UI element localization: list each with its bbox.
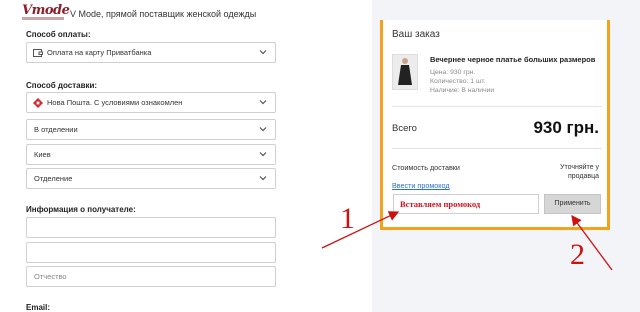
- shipping-cost-value: Уточняйте у продавца: [560, 163, 599, 181]
- apply-promo-button[interactable]: Применить: [544, 194, 601, 214]
- recipient-name-field[interactable]: [26, 217, 276, 238]
- logo-underline: [22, 17, 64, 20]
- payment-method-select[interactable]: Оплата на карту Приватбанка: [26, 42, 276, 63]
- site-logo[interactable]: Vmode: [22, 3, 70, 23]
- chevron-down-icon: [259, 127, 267, 132]
- product-stock: Наличие: В наличии: [430, 87, 495, 94]
- nova-poshta-icon: [33, 98, 43, 108]
- dress-image: [398, 58, 412, 85]
- delivery-method-select[interactable]: Нова Пошта. С условиями ознакомлен: [26, 92, 276, 113]
- shipping-cost-line-1: Уточняйте у: [560, 164, 599, 171]
- promo-code-input[interactable]: Вставляем промокод: [393, 194, 539, 214]
- chevron-down-icon: [259, 176, 267, 181]
- patronymic-placeholder: Отчество: [34, 272, 67, 281]
- product-price: Цена: 930 грн.: [430, 69, 476, 76]
- chevron-down-icon: [259, 100, 267, 105]
- delivery-type-value: В отделении: [34, 125, 78, 134]
- shipping-cost-line-2: продавца: [567, 173, 599, 180]
- card-icon: [33, 49, 43, 57]
- annotation-number-1: 1: [340, 202, 355, 235]
- chevron-down-icon: [259, 50, 267, 55]
- email-label: Email:: [26, 303, 51, 312]
- order-summary: Ваш заказ Вечернее черное платье больших…: [380, 20, 610, 230]
- delivery-method-value: Нова Пошта. С условиями ознакомлен: [47, 98, 183, 107]
- chevron-down-icon: [259, 152, 267, 157]
- city-select[interactable]: Киев: [26, 144, 276, 165]
- patronymic-field[interactable]: Отчество: [26, 266, 276, 287]
- site-title: V Mode, прямой поставщик женской одежды: [70, 9, 257, 19]
- branch-select[interactable]: Отделение: [26, 168, 276, 189]
- divider: [392, 106, 602, 107]
- product-thumbnail[interactable]: [392, 54, 418, 90]
- delivery-type-select[interactable]: В отделении: [26, 119, 276, 140]
- total-label: Всего: [392, 123, 417, 134]
- enter-promo-link[interactable]: Ввести промокод: [392, 181, 450, 190]
- branch-value: Отделение: [34, 174, 73, 183]
- annotation-number-2: 2: [570, 238, 585, 271]
- logo-text: Vmode: [22, 3, 70, 18]
- product-name[interactable]: Вечернее черное платье больших размеров: [430, 55, 595, 64]
- payment-method-label: Способ оплаты:: [26, 30, 91, 39]
- checkout-page: Vmode V Mode, прямой поставщик женской о…: [0, 0, 640, 312]
- recipient-surname-field[interactable]: [26, 242, 276, 263]
- payment-method-value: Оплата на карту Приватбанка: [47, 48, 152, 57]
- divider: [392, 148, 602, 149]
- shipping-cost-label: Стоимость доставки: [392, 163, 460, 172]
- city-value: Киев: [34, 150, 51, 159]
- product-quantity: Количество: 1 шт.: [430, 78, 486, 85]
- apply-promo-label: Применить: [554, 200, 591, 207]
- delivery-method-label: Способ доставки:: [26, 81, 98, 90]
- promo-code-value: Вставляем промокод: [400, 199, 481, 209]
- total-value: 930 грн.: [533, 118, 599, 137]
- recipient-info-label: Информация о получателе:: [26, 205, 136, 214]
- order-title: Ваш заказ: [392, 29, 440, 40]
